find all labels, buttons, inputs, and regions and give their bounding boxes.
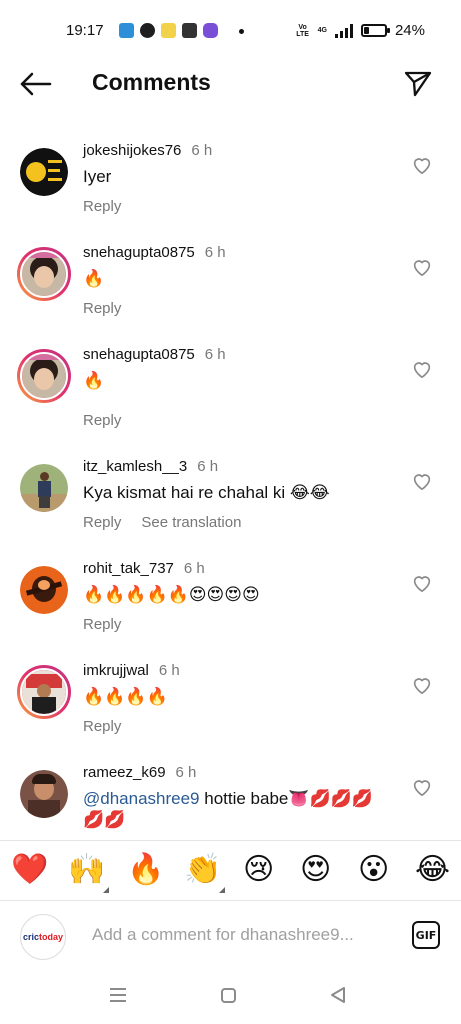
comment-time: 6 h <box>191 142 213 159</box>
volte-icon: Vo LTE <box>296 23 309 38</box>
recent-apps-icon[interactable] <box>110 988 126 1002</box>
avatar[interactable] <box>20 770 68 818</box>
reaction-laughing-button[interactable]: 😂 <box>415 853 450 887</box>
more-notifications-dot <box>239 29 244 34</box>
system-nav-bar <box>0 972 461 1024</box>
comment-composer: cric today Add a comment for dhanashree9.… <box>0 900 461 972</box>
current-user-avatar: cric today <box>20 914 66 960</box>
comment-text: 🔥 <box>83 371 105 390</box>
comment-username[interactable]: imkrujjwal <box>83 662 149 679</box>
comment-text: Kya kismat hai re chahal ki 😂😂 <box>83 483 330 502</box>
comment-username[interactable]: rohit_tak_737 <box>83 560 174 577</box>
network-type: 4G <box>317 27 327 34</box>
like-heart-icon[interactable] <box>411 572 433 594</box>
reaction-fire-button[interactable]: 🔥 <box>127 853 164 887</box>
page-title: Comments <box>92 69 211 95</box>
avatar[interactable] <box>20 566 68 614</box>
reply-button[interactable]: Reply <box>83 616 121 633</box>
comment-text: 🔥 <box>83 269 105 288</box>
status-bar: 19:17 Vo LTE 4G 24% <box>0 0 461 62</box>
reaction-crying-button[interactable]: 😢 <box>243 853 274 887</box>
comment-input[interactable]: Add a comment for dhanashree9... <box>92 925 392 945</box>
see-translation-button[interactable]: See translation <box>141 514 241 531</box>
reply-button[interactable]: Reply <box>83 514 121 531</box>
reply-button[interactable]: Reply <box>83 718 121 735</box>
home-icon[interactable] <box>221 988 236 1003</box>
facebook-icon <box>140 23 155 38</box>
reaction-clap-button[interactable]: 👏 <box>184 853 221 887</box>
game-app-icon <box>203 23 218 38</box>
avatar-logo-text-2: today <box>39 932 64 942</box>
status-app-icons <box>119 23 218 38</box>
like-heart-icon[interactable] <box>411 154 433 176</box>
comment-username[interactable]: jokeshijokes76 <box>83 142 181 159</box>
reaction-heart-eyes-button[interactable]: 😍 <box>300 853 331 887</box>
reply-button[interactable]: Reply <box>83 198 121 215</box>
mention-link[interactable]: @dhanashree9 <box>83 789 200 808</box>
reaction-heart-button[interactable]: ❤️ <box>11 853 48 887</box>
battery-percent: 24% <box>394 22 425 39</box>
comment-text: @dhanashree9 hottie babe👅💋💋💋 <box>83 789 373 809</box>
comment-text: Iyer <box>83 167 112 186</box>
avatar[interactable] <box>17 247 71 301</box>
like-heart-icon[interactable] <box>411 358 433 380</box>
skin-tone-indicator-icon <box>219 887 225 893</box>
nav-back-icon[interactable] <box>329 986 347 1004</box>
reaction-raised-hands-button[interactable]: 🙌 <box>68 853 105 887</box>
comment-username[interactable]: snehagupta0875 <box>83 244 195 261</box>
comment-text-body: hottie babe👅💋💋💋 <box>199 789 374 808</box>
like-heart-icon[interactable] <box>411 776 433 798</box>
gif-button[interactable]: GIF <box>412 921 440 949</box>
status-indicators: Vo LTE 4G 24% <box>296 22 425 39</box>
reaction-surprised-button[interactable]: 😮 <box>358 853 389 887</box>
avatar[interactable] <box>20 148 68 196</box>
header: Comments <box>0 62 461 108</box>
comment-time: 6 h <box>204 346 226 363</box>
battery-icon <box>360 24 390 37</box>
video-app-icon <box>119 23 134 38</box>
back-arrow-icon[interactable] <box>18 70 52 98</box>
comment-username[interactable]: itz_kamlesh__3 <box>83 458 187 475</box>
share-send-icon[interactable] <box>403 68 433 98</box>
like-heart-icon[interactable] <box>411 674 433 696</box>
avatar-logo-text: cric <box>22 932 39 942</box>
reply-button[interactable]: Reply <box>83 412 121 429</box>
avatar[interactable] <box>20 464 68 512</box>
like-heart-icon[interactable] <box>411 470 433 492</box>
gallery-app-icon <box>182 23 197 38</box>
reply-button[interactable]: Reply <box>83 300 121 317</box>
comment-text: 🔥🔥🔥🔥 <box>83 687 168 706</box>
comment-time: 6 h <box>204 244 226 261</box>
like-heart-icon[interactable] <box>411 256 433 278</box>
skin-tone-indicator-icon <box>103 887 109 893</box>
comment-text: 🔥🔥🔥🔥🔥😍😍😍😍 <box>83 585 260 604</box>
comment-time: 6 h <box>183 560 205 577</box>
avatar[interactable] <box>17 665 71 719</box>
comment-username[interactable]: rameez_k69 <box>83 764 166 781</box>
comment-time: 6 h <box>197 458 219 475</box>
quick-reaction-bar: ❤️ 🙌 🔥 👏 😢 😍 😮 😂 <box>0 840 461 900</box>
status-time: 19:17 <box>66 22 104 39</box>
comment-time: 6 h <box>158 662 180 679</box>
comment-time: 6 h <box>175 764 197 781</box>
notification-app-icon <box>161 23 176 38</box>
avatar[interactable] <box>17 349 71 403</box>
comment-username[interactable]: snehagupta0875 <box>83 346 195 363</box>
comment-text-line2: 💋💋 <box>83 810 126 829</box>
signal-icon <box>334 23 353 38</box>
